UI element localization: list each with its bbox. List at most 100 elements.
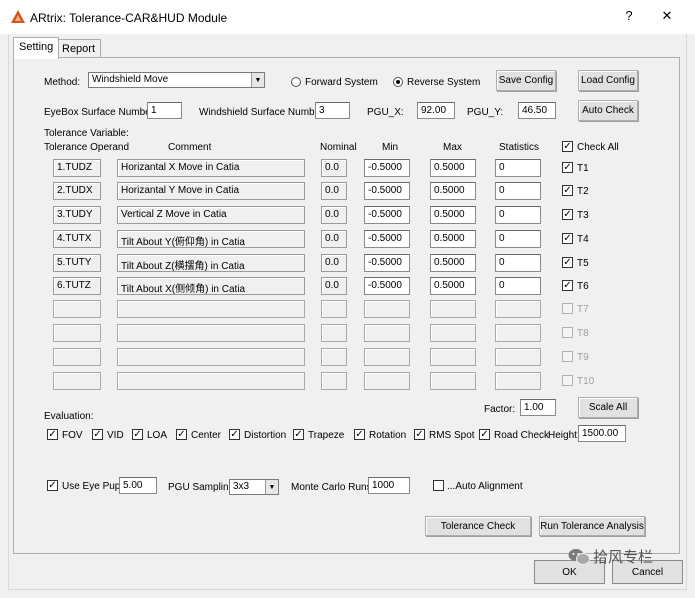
max-input[interactable]: 0.5000 — [430, 277, 476, 295]
method-select[interactable]: Windshield Move ▼ — [88, 72, 265, 88]
monte-carlo-input[interactable]: 1000 — [368, 477, 410, 494]
help-button[interactable]: ? — [619, 8, 639, 23]
t3-label: T3 — [577, 210, 589, 221]
rotation-label: Rotation — [369, 430, 407, 441]
factor-input[interactable]: 1.00 — [520, 399, 556, 416]
chevron-down-icon[interactable]: ▼ — [265, 480, 278, 494]
max-input[interactable]: 0.5000 — [430, 230, 476, 248]
nominal-cell: 0.0 — [321, 182, 347, 200]
t2-checkbox[interactable]: ✓ — [562, 185, 573, 196]
eye-pupil-input[interactable]: 5.00 — [119, 477, 157, 494]
road-check-checkbox[interactable]: ✓ — [479, 429, 490, 440]
t9-checkbox — [562, 351, 573, 362]
max-cell — [430, 300, 476, 318]
t4-checkbox[interactable]: ✓ — [562, 233, 573, 244]
vid-checkbox[interactable]: ✓ — [92, 429, 103, 440]
comment-cell: Vertical Z Move in Catia — [117, 206, 305, 224]
min-input[interactable]: -0.5000 — [364, 159, 410, 177]
max-input[interactable]: 0.5000 — [430, 182, 476, 200]
comment-header: Comment — [168, 142, 212, 153]
factor-label: Factor: — [484, 404, 516, 415]
tab-setting[interactable]: Setting — [13, 37, 60, 59]
t9-label: T9 — [577, 352, 589, 363]
statistics-input[interactable]: 0 — [495, 230, 541, 248]
rotation-checkbox[interactable]: ✓ — [354, 429, 365, 440]
height-label: Height: — [548, 430, 580, 441]
check-all-label: Check All — [577, 142, 619, 153]
min-cell — [364, 348, 410, 366]
loa-label: LOA — [147, 430, 168, 441]
t7-label: T7 — [577, 304, 589, 315]
t6-checkbox[interactable]: ✓ — [562, 280, 573, 291]
statistics-input[interactable]: 0 — [495, 159, 541, 177]
min-input[interactable]: -0.5000 — [364, 277, 410, 295]
trapeze-checkbox[interactable]: ✓ — [293, 429, 304, 440]
auto-alignment-checkbox[interactable] — [433, 480, 444, 491]
method-select-value: Windshield Move — [92, 74, 169, 85]
min-input[interactable]: -0.5000 — [364, 254, 410, 272]
max-cell — [430, 324, 476, 342]
scale-all-button[interactable]: Scale All — [578, 397, 638, 418]
eyebox-surface-input[interactable]: 1 — [147, 102, 182, 119]
fov-label: FOV — [62, 430, 83, 441]
tab-report[interactable]: Report — [56, 39, 102, 59]
t3-checkbox[interactable]: ✓ — [562, 209, 573, 220]
max-input[interactable]: 0.5000 — [430, 254, 476, 272]
min-cell — [364, 324, 410, 342]
t8-label: T8 — [577, 328, 589, 339]
min-header: Min — [382, 142, 399, 153]
pgu-sampling-select[interactable]: 3x3 ▼ — [229, 479, 279, 495]
t5-checkbox[interactable]: ✓ — [562, 257, 573, 268]
save-config-button[interactable]: Save Config — [496, 70, 556, 91]
operand-header: Tolerance Operand — [44, 142, 130, 153]
loa-checkbox[interactable]: ✓ — [132, 429, 143, 440]
reverse-system-radio[interactable] — [393, 77, 403, 87]
comment-cell — [117, 372, 305, 390]
watermark: 拾风专栏 — [568, 546, 653, 567]
statistics-input[interactable]: 0 — [495, 206, 541, 224]
max-input[interactable]: 0.5000 — [430, 206, 476, 224]
fov-checkbox[interactable]: ✓ — [47, 429, 58, 440]
run-tolerance-analysis-button[interactable]: Run Tolerance Analysis — [539, 516, 645, 536]
rms-spot-checkbox[interactable]: ✓ — [414, 429, 425, 440]
statistics-input[interactable]: 0 — [495, 254, 541, 272]
min-input[interactable]: -0.5000 — [364, 206, 410, 224]
nominal-cell: 0.0 — [321, 159, 347, 177]
min-cell — [364, 372, 410, 390]
min-input[interactable]: -0.5000 — [364, 230, 410, 248]
close-button[interactable]: ✕ — [657, 8, 677, 24]
tolerance-check-button[interactable]: Tolerance Check — [425, 516, 531, 536]
pgu-x-label: PGU_X: — [367, 107, 404, 118]
center-label: Center — [191, 430, 222, 441]
operand-cell: 2.TUDX — [53, 182, 101, 200]
chevron-down-icon[interactable]: ▼ — [251, 73, 264, 87]
reverse-system-label: Reverse System — [407, 77, 481, 88]
min-input[interactable]: -0.5000 — [364, 182, 410, 200]
nominal-cell: 0.0 — [321, 277, 347, 295]
forward-system-radio[interactable] — [291, 77, 301, 87]
windshield-surface-input[interactable]: 3 — [315, 102, 350, 119]
t10-label: T10 — [577, 376, 595, 387]
pgu-x-input[interactable]: 92.00 — [417, 102, 455, 119]
use-eye-pupil-checkbox[interactable]: ✓ — [47, 480, 58, 491]
load-config-button[interactable]: Load Config — [578, 70, 638, 91]
auto-check-button[interactable]: Auto Check — [578, 100, 638, 121]
t1-checkbox[interactable]: ✓ — [562, 162, 573, 173]
max-input[interactable]: 0.5000 — [430, 159, 476, 177]
t10-checkbox — [562, 375, 573, 386]
statistics-input[interactable]: 0 — [495, 182, 541, 200]
statistics-input[interactable]: 0 — [495, 277, 541, 295]
pgu-y-label: PGU_Y: — [467, 107, 504, 118]
comment-cell: Horizantal Y Move in Catia — [117, 182, 305, 200]
statistics-cell — [495, 324, 541, 342]
pgu-y-input[interactable]: 46.50 — [518, 102, 556, 119]
pgu-sampling-label: PGU Sampling: — [168, 482, 237, 493]
check-all-checkbox[interactable]: ✓ — [562, 141, 573, 152]
max-cell — [430, 348, 476, 366]
eyebox-surface-label: EyeBox Surface Number: — [44, 107, 157, 118]
height-input[interactable]: 1500.00 — [578, 425, 626, 442]
max-header: Max — [443, 142, 462, 153]
operand-cell — [53, 372, 101, 390]
center-checkbox[interactable]: ✓ — [176, 429, 187, 440]
distortion-checkbox[interactable]: ✓ — [229, 429, 240, 440]
